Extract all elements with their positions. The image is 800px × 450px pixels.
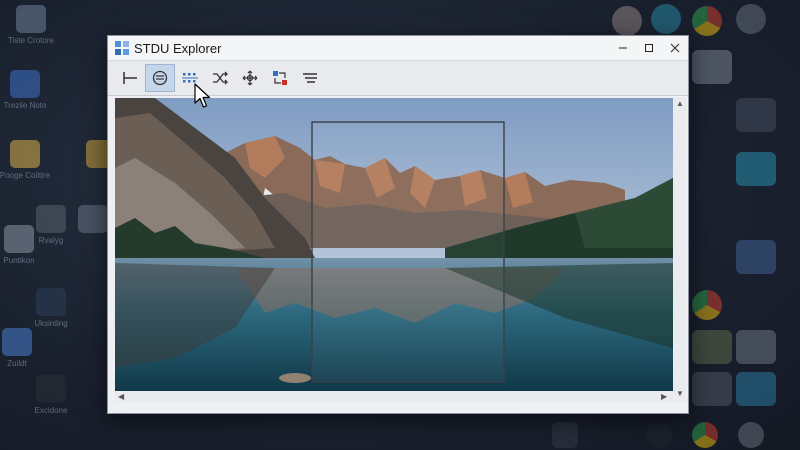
image-viewport[interactable]	[115, 98, 673, 391]
layout-icon	[273, 71, 287, 85]
desktop-icon[interactable]: Uksirding	[20, 288, 82, 328]
taskbar-app-icon[interactable]	[552, 422, 578, 448]
fit-page-button[interactable]	[145, 64, 175, 92]
app-icon[interactable]	[736, 4, 766, 34]
app-icon[interactable]	[692, 50, 732, 84]
title-bar[interactable]: STDU Explorer	[108, 36, 688, 61]
desktop-icon-image	[4, 225, 34, 253]
app-icon[interactable]	[736, 372, 776, 406]
desktop-icon-image	[10, 140, 40, 168]
first-page-icon	[123, 72, 137, 84]
move-button[interactable]	[235, 64, 265, 92]
desktop-icon-label: Puntikon	[3, 256, 35, 265]
window-title: STDU Explorer	[134, 40, 222, 56]
scroll-right-icon[interactable]: ▶	[661, 393, 667, 401]
app-icon[interactable]	[692, 330, 732, 364]
app-icon[interactable]	[612, 6, 642, 36]
desktop-icon-image	[78, 205, 108, 233]
minimize-icon	[619, 47, 627, 49]
desktop-icon-label: Trezile Noto	[3, 101, 47, 110]
list-button[interactable]	[295, 64, 325, 92]
maximize-button[interactable]	[636, 36, 662, 60]
desktop-icon-label: Tiste Crotore	[8, 36, 54, 45]
desktop-icon-image	[2, 328, 32, 356]
desktop-icon-image	[36, 375, 66, 403]
scroll-down-icon[interactable]: ▼	[676, 390, 684, 398]
desktop-icon[interactable]: Puntikon	[0, 225, 50, 265]
app-logo-icon	[115, 41, 129, 55]
list-icon	[303, 73, 317, 83]
close-icon	[670, 43, 680, 53]
desktop-icon-image	[10, 70, 40, 98]
desktop-icon-label: Pooge Coiltire	[0, 171, 51, 180]
move-icon	[242, 70, 258, 86]
app-icon[interactable]	[736, 330, 776, 364]
taskbar-app-icon[interactable]	[646, 422, 672, 448]
app-icon[interactable]	[692, 372, 732, 406]
fit-page-icon	[152, 70, 168, 86]
settings-icon[interactable]	[738, 422, 764, 448]
chrome-icon[interactable]	[692, 422, 718, 448]
desktop-icon-label: Zuildt	[7, 359, 27, 368]
minimize-button[interactable]	[610, 36, 636, 60]
desktop-icon-image	[16, 5, 46, 33]
desktop-icon[interactable]: Tiste Crotore	[0, 5, 62, 45]
desktop-icon[interactable]: Trezile Noto	[0, 70, 56, 110]
app-icon[interactable]	[736, 152, 776, 186]
maximize-icon	[645, 44, 653, 52]
desktop-icon-label: Uksirding	[34, 319, 68, 328]
first-page-button[interactable]	[115, 64, 145, 92]
desktop-icon-label: Excidone	[34, 406, 68, 415]
horizontal-scrollbar[interactable]: ◀ ▶	[115, 391, 673, 402]
vertical-scrollbar[interactable]: ▲ ▼	[673, 98, 686, 402]
desktop-icon[interactable]: Pooge Coiltire	[0, 140, 56, 180]
app-icon[interactable]	[736, 98, 776, 132]
scroll-left-icon[interactable]: ◀	[118, 393, 124, 401]
desktop-icon[interactable]: Zuildt	[0, 328, 48, 368]
close-button[interactable]	[662, 36, 688, 60]
mouse-cursor-icon	[194, 83, 211, 108]
desktop-icon-image	[36, 288, 66, 316]
desktop-icon[interactable]: Excidone	[20, 375, 82, 415]
landscape-image	[115, 98, 673, 391]
layout-button[interactable]	[265, 64, 295, 92]
app-icon[interactable]	[736, 240, 776, 274]
app-icon[interactable]	[651, 4, 681, 34]
scroll-up-icon[interactable]: ▲	[676, 100, 684, 108]
chrome-icon[interactable]	[692, 290, 722, 320]
chrome-icon[interactable]	[692, 6, 722, 36]
shuffle-icon	[213, 71, 228, 85]
